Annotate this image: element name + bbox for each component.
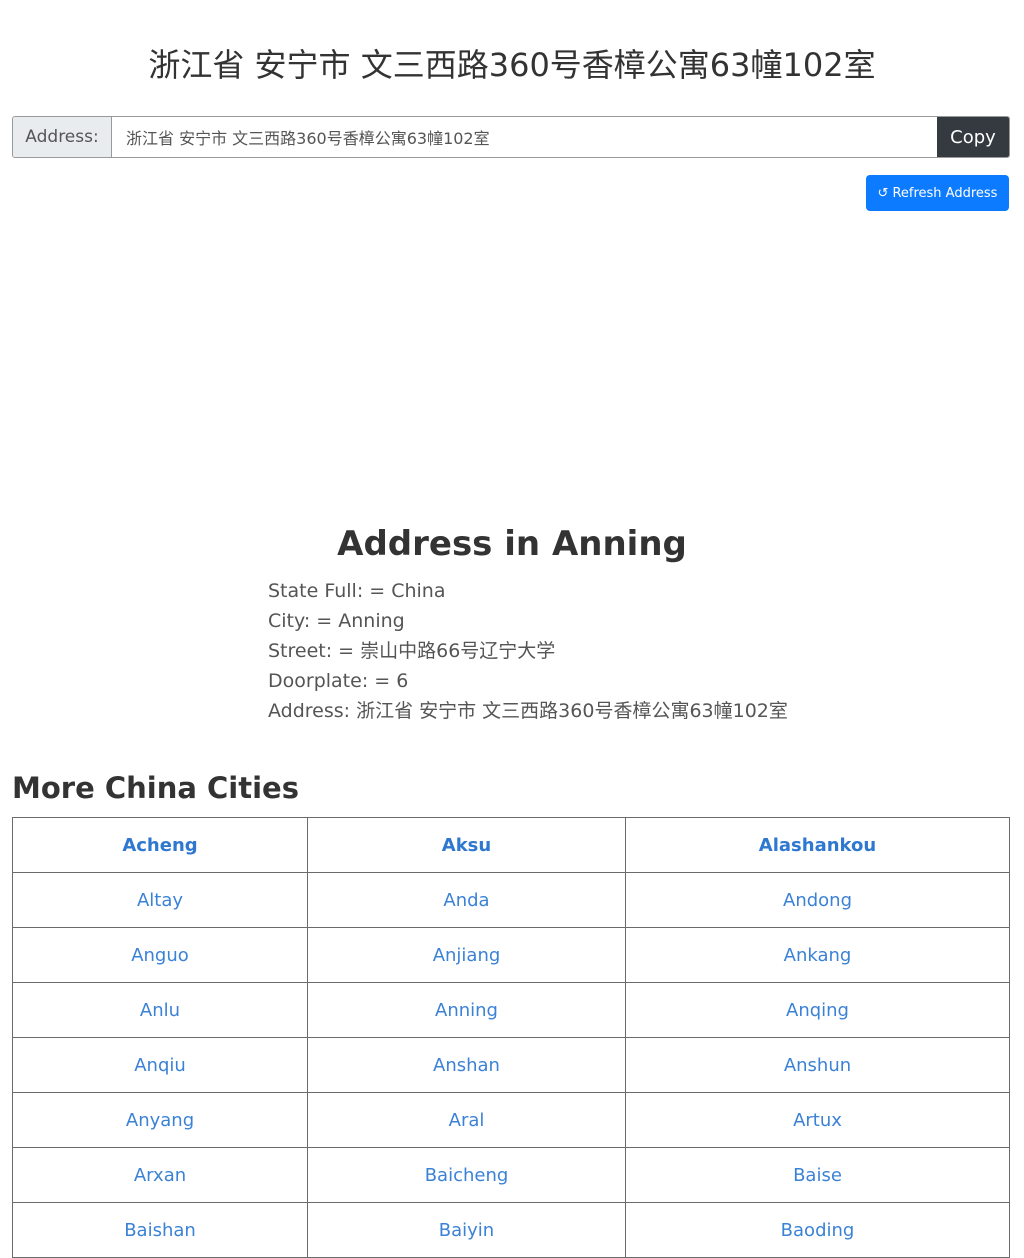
city-cell: Alashankou bbox=[625, 817, 1010, 873]
city-link[interactable]: Anyang bbox=[126, 1110, 194, 1131]
city-link[interactable]: Anjiang bbox=[433, 945, 501, 966]
city-cell: Baiyin bbox=[307, 1202, 626, 1258]
city-cell: Aksu bbox=[307, 817, 626, 873]
city-cell: Anshan bbox=[307, 1037, 626, 1093]
city-cell: Artux bbox=[625, 1092, 1010, 1148]
city-link[interactable]: Anshun bbox=[784, 1055, 851, 1076]
table-row: Altay Anda Andong bbox=[12, 872, 1010, 928]
city-cell: Ankang bbox=[625, 927, 1010, 983]
city-cell: Anlu bbox=[12, 982, 308, 1038]
address-details: State Full: = China City: = Anning Stree… bbox=[268, 576, 788, 726]
city-cell: Aral bbox=[307, 1092, 626, 1148]
city-cell: Andong bbox=[625, 872, 1010, 928]
city-link[interactable]: Anlu bbox=[140, 1000, 180, 1021]
city-link[interactable]: Acheng bbox=[122, 835, 197, 856]
street-line: Street: = 崇山中路66号辽宁大学 bbox=[268, 640, 556, 662]
city-link[interactable]: Baicheng bbox=[425, 1165, 509, 1186]
city-link[interactable]: Altay bbox=[137, 890, 183, 911]
city-cell: Baishan bbox=[12, 1202, 308, 1258]
city-link[interactable]: Baishan bbox=[124, 1220, 196, 1241]
city-link[interactable]: Anda bbox=[443, 890, 489, 911]
city-link[interactable]: Aral bbox=[449, 1110, 485, 1131]
table-row: Acheng Aksu Alashankou bbox=[12, 817, 1010, 873]
city-link[interactable]: Arxan bbox=[134, 1165, 186, 1186]
city-cell: Anqing bbox=[625, 982, 1010, 1038]
table-row: Anguo Anjiang Ankang bbox=[12, 927, 1010, 983]
refresh-icon: ↺ bbox=[877, 185, 889, 201]
city-link[interactable]: Anqing bbox=[786, 1000, 849, 1021]
city-link[interactable]: Alashankou bbox=[759, 835, 876, 856]
city-link[interactable]: Anshan bbox=[433, 1055, 500, 1076]
city-link[interactable]: Andong bbox=[783, 890, 852, 911]
city-cell: Anyang bbox=[12, 1092, 308, 1148]
refresh-address-button[interactable]: ↺ Refresh Address bbox=[866, 175, 1009, 211]
table-row: Anlu Anning Anqing bbox=[12, 982, 1010, 1038]
address-line: Address: 浙江省 安宁市 文三西路360号香樟公寓63幢102室 bbox=[268, 700, 788, 722]
city-cell: Anqiu bbox=[12, 1037, 308, 1093]
city-cell: Anshun bbox=[625, 1037, 1010, 1093]
address-bar: Address: Copy bbox=[12, 116, 1010, 158]
copy-button[interactable]: Copy bbox=[937, 117, 1009, 157]
city-cell: Altay bbox=[12, 872, 308, 928]
city-line: City: = Anning bbox=[268, 610, 405, 632]
city-link[interactable]: Anqiu bbox=[134, 1055, 186, 1076]
doorplate-line: Doorplate: = 6 bbox=[268, 670, 409, 692]
city-table: Acheng Aksu Alashankou Altay Anda Andong… bbox=[12, 817, 1010, 1258]
state-line: State Full: = China bbox=[268, 580, 446, 602]
city-cell: Baicheng bbox=[307, 1147, 626, 1203]
city-link[interactable]: Artux bbox=[793, 1110, 842, 1131]
city-cell: Anguo bbox=[12, 927, 308, 983]
page-title: 浙江省 安宁市 文三西路360号香樟公寓63幢102室 bbox=[148, 46, 876, 84]
city-cell: Arxan bbox=[12, 1147, 308, 1203]
city-link[interactable]: Baoding bbox=[781, 1220, 855, 1241]
city-cell: Baoding bbox=[625, 1202, 1010, 1258]
city-link[interactable]: Baiyin bbox=[439, 1220, 494, 1241]
address-label: Address: bbox=[13, 117, 112, 157]
city-cell: Anning bbox=[307, 982, 626, 1038]
table-row: Anyang Aral Artux bbox=[12, 1092, 1010, 1148]
city-link[interactable]: Baise bbox=[793, 1165, 842, 1186]
table-row: Baishan Baiyin Baoding bbox=[12, 1202, 1010, 1258]
city-cell: Acheng bbox=[12, 817, 308, 873]
city-link[interactable]: Aksu bbox=[442, 835, 491, 856]
address-input[interactable] bbox=[112, 117, 937, 157]
city-link[interactable]: Anguo bbox=[131, 945, 189, 966]
more-cities-title: More China Cities bbox=[12, 771, 299, 805]
table-row: Arxan Baicheng Baise bbox=[12, 1147, 1010, 1203]
refresh-address-label: Refresh Address bbox=[892, 185, 998, 201]
details-title: Address in Anning bbox=[337, 524, 687, 564]
city-cell: Anjiang bbox=[307, 927, 626, 983]
city-link[interactable]: Ankang bbox=[784, 945, 852, 966]
city-cell: Anda bbox=[307, 872, 626, 928]
city-cell: Baise bbox=[625, 1147, 1010, 1203]
city-link[interactable]: Anning bbox=[435, 1000, 498, 1021]
table-row: Anqiu Anshan Anshun bbox=[12, 1037, 1010, 1093]
